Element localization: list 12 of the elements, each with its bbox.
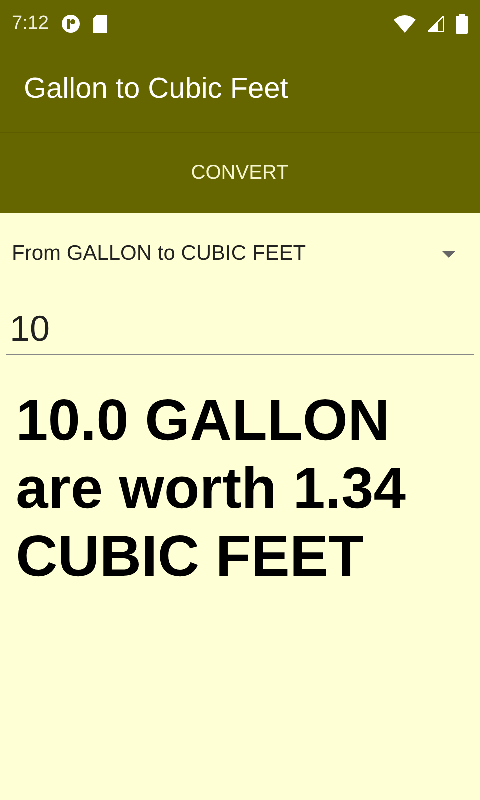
signal-icon (428, 16, 444, 32)
wifi-icon (394, 15, 416, 33)
app-title: Gallon to Cubic Feet (24, 72, 288, 108)
status-time: 7:12 (12, 12, 49, 36)
app-notification-icon (60, 14, 81, 34)
dropdown-caret-icon (442, 250, 456, 258)
convert-button[interactable]: CONVERT (0, 133, 480, 213)
result-text: 10.0 GALLON are worth 1.34 CUBIC FEET (15, 387, 408, 591)
amount-field[interactable]: 10 (6, 303, 474, 355)
battery-icon (456, 14, 468, 34)
unit-dropdown[interactable]: From GALLON to CUBIC FEET (0, 213, 480, 295)
sd-card-icon (92, 15, 107, 33)
